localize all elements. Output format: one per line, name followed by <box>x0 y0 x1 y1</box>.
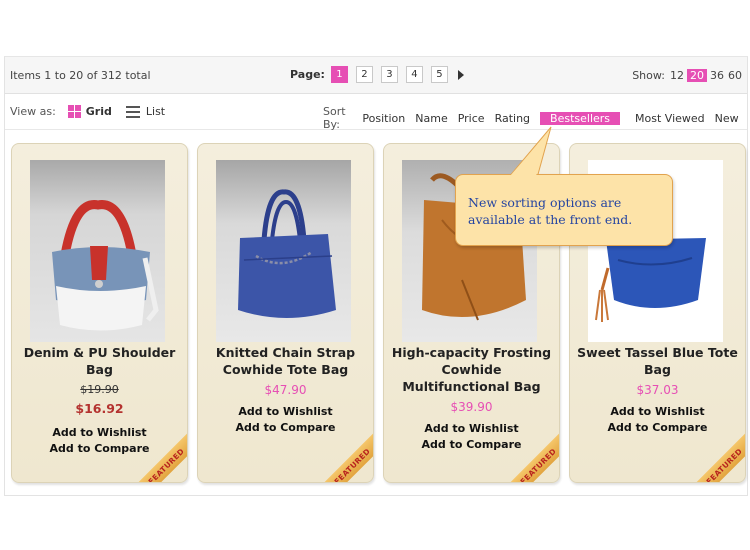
add-to-compare-link[interactable]: Add to Compare <box>12 442 187 455</box>
add-to-wishlist-link[interactable]: Add to Wishlist <box>570 405 745 418</box>
add-to-compare-link[interactable]: Add to Compare <box>384 438 559 451</box>
product-image[interactable] <box>30 160 165 342</box>
add-to-wishlist-link[interactable]: Add to Wishlist <box>198 405 373 418</box>
sort-by: Sort By: Position Name Price Rating Best… <box>323 105 750 131</box>
featured-badge-label: FEATURED <box>704 446 744 483</box>
featured-badge-label: FEATURED <box>518 446 558 483</box>
add-to-wishlist-link[interactable]: Add to Wishlist <box>12 426 187 439</box>
pager: Page: 1 2 3 4 5 <box>290 66 464 83</box>
add-to-compare-link[interactable]: Add to Compare <box>198 421 373 434</box>
sort-option-new[interactable]: New <box>715 112 739 125</box>
sort-option-bestsellers[interactable]: Bestsellers <box>540 111 621 125</box>
featured-badge-label: FEATURED <box>332 446 372 483</box>
page-5-button[interactable]: 5 <box>430 66 448 83</box>
grid-icon[interactable] <box>67 105 81 118</box>
sort-option-most-viewed[interactable]: Most Viewed <box>635 112 705 125</box>
view-sort-toolbar: View as: Grid List Sort By: Position Nam… <box>5 95 750 131</box>
product-card: Denim & PU Shoulder Bag $19.90 $16.92 Ad… <box>11 143 188 483</box>
denim-bag-image <box>52 200 159 331</box>
page-1-button[interactable]: 1 <box>330 66 348 83</box>
add-to-wishlist-link[interactable]: Add to Wishlist <box>384 422 559 435</box>
regular-price: $39.90 <box>450 400 493 414</box>
limit-12-option[interactable]: 12 <box>669 69 685 82</box>
grid-view-link[interactable]: Grid <box>86 105 112 118</box>
limit-60-option[interactable]: 60 <box>727 69 743 82</box>
regular-price: $47.90 <box>264 383 307 397</box>
limit-36-option[interactable]: 36 <box>709 69 725 82</box>
sort-option-rating[interactable]: Rating <box>495 112 530 125</box>
knitted-tote-image <box>238 189 336 318</box>
list-view-link[interactable]: List <box>146 105 165 118</box>
sort-option-name[interactable]: Name <box>415 112 447 125</box>
items-total: Items 1 to 20 of 312 total <box>10 69 151 82</box>
old-price: $19.90 <box>80 383 119 396</box>
featured-badge: FEATURED <box>500 428 559 483</box>
product-name[interactable]: High-capacity Frosting Cowhide Multifunc… <box>390 344 553 395</box>
callout-tooltip: New sorting options are available at the… <box>455 174 673 246</box>
view-mode: View as: Grid List <box>10 105 165 118</box>
list-icon[interactable] <box>125 105 140 118</box>
product-card: Knitted Chain Strap Cowhide Tote Bag $47… <box>197 143 374 483</box>
next-page-icon[interactable] <box>457 69 464 80</box>
featured-badge: FEATURED <box>686 428 745 483</box>
product-image[interactable] <box>216 160 351 342</box>
page-3-button[interactable]: 3 <box>380 66 398 83</box>
pager-label: Page: <box>290 68 325 81</box>
limit-20-option[interactable]: 20 <box>687 69 707 82</box>
sort-option-price[interactable]: Price <box>458 112 485 125</box>
sort-option-position[interactable]: Position <box>362 112 405 125</box>
product-name[interactable]: Denim & PU Shoulder Bag <box>18 344 181 378</box>
featured-badge: FEATURED <box>314 428 373 483</box>
page-4-button[interactable]: 4 <box>405 66 423 83</box>
pager-toolbar: Items 1 to 20 of 312 total Page: 1 2 3 4… <box>5 57 747 94</box>
product-name[interactable]: Knitted Chain Strap Cowhide Tote Bag <box>204 344 367 378</box>
callout-text: New sorting options are available at the… <box>468 195 633 227</box>
limiter-label: Show: <box>632 69 665 82</box>
view-mode-label: View as: <box>10 105 56 118</box>
sort-by-label: Sort By: <box>323 105 346 131</box>
special-price: $16.92 <box>75 401 124 416</box>
add-to-compare-link[interactable]: Add to Compare <box>570 421 745 434</box>
product-name[interactable]: Sweet Tassel Blue Tote Bag <box>576 344 739 378</box>
regular-price: $37.03 <box>636 383 679 397</box>
limiter: Show: 12 20 36 60 <box>632 69 745 82</box>
page-2-button[interactable]: 2 <box>355 66 373 83</box>
